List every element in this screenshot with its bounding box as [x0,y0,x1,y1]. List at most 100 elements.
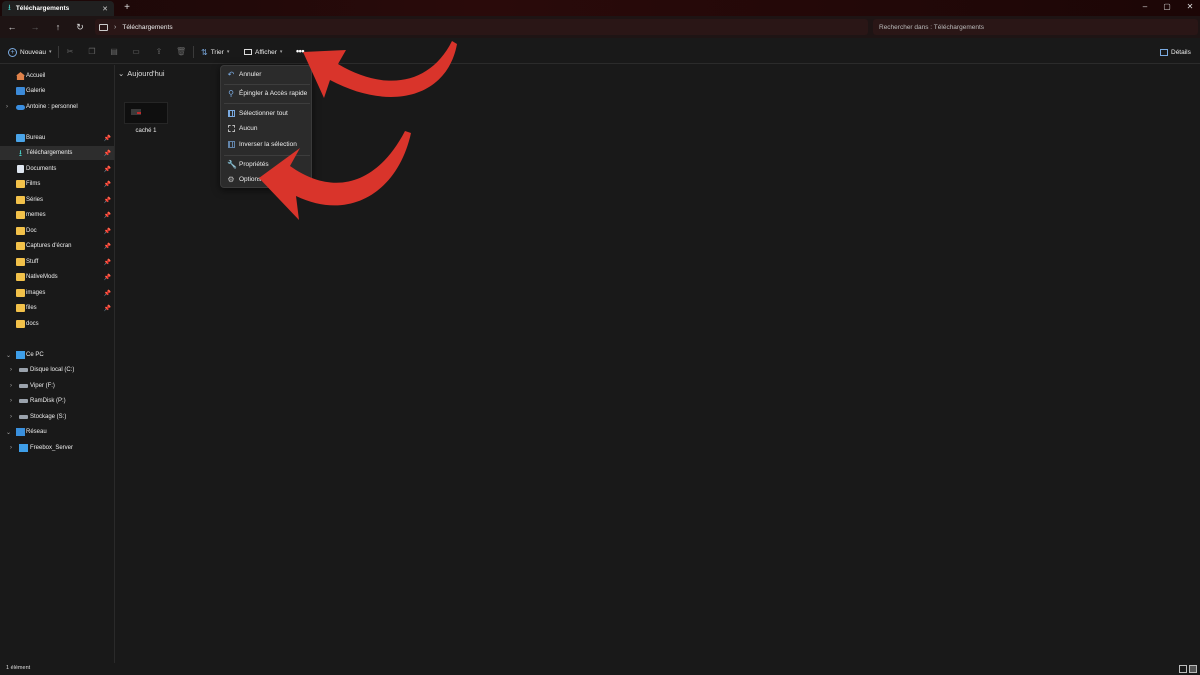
plus-icon: + [8,47,17,57]
sidebar-item-label: Galerie [26,88,46,94]
sidebar-item-onedrive[interactable]: › Antoine : personnel [0,100,114,114]
tab-downloads[interactable]: ⭳ Téléchargements ✕ [2,1,114,16]
toolbar-divider [193,46,194,58]
sidebar-item-freebox[interactable]: › Freebox_Server [0,441,114,455]
more-options-button[interactable]: ••• [293,46,307,56]
sidebar-item-files[interactable]: files 📌 [0,301,114,315]
refresh-button[interactable]: ↻ [74,21,86,33]
new-tab-button[interactable]: + [121,2,133,14]
chevron-right-icon[interactable]: › [10,414,12,420]
command-bar: + Nouveau ▾ ✂ ❐ ▤ ▭ ⇪ 🗑 ⇅ Trier ▾ Affich… [0,40,1200,64]
select-none-icon [228,125,235,132]
sidebar-item-label: Bureau [26,135,46,141]
breadcrumb-downloads[interactable]: Téléchargements [122,24,172,31]
maximize-button[interactable]: ▢ [1161,2,1173,12]
paste-icon[interactable]: ▤ [109,47,119,57]
chevron-right-icon[interactable]: › [10,383,12,389]
file-item[interactable]: caché 1 [124,102,168,134]
back-button[interactable]: ← [6,21,18,33]
chevron-right-icon[interactable]: › [10,367,12,373]
pin-icon: ⚲ [228,88,234,98]
sidebar-item-documents[interactable]: Documents 📌 [0,162,114,176]
sidebar-item-drive-f[interactable]: › Viper (F:) [0,379,114,393]
sidebar-item-nativemods[interactable]: NativeMods 📌 [0,270,114,284]
menu-item-pin-quick-access[interactable]: ⚲ Épingler à Accès rapide [223,87,311,100]
sidebar-item-series[interactable]: Séries 📌 [0,193,114,207]
tab-close-button[interactable]: ✕ [102,5,108,13]
group-header-today[interactable]: ⌄ Aujourd'hui [118,69,165,78]
sidebar-item-desktop[interactable]: Bureau 📌 [0,131,114,145]
sort-icon: ⇅ [201,47,208,57]
menu-item-label: Épingler à Accès rapide [239,90,308,97]
menu-item-undo[interactable]: ↶ Annuler [223,68,311,81]
sidebar-item-label: Accueil [26,73,46,79]
chevron-right-icon[interactable]: › [10,398,12,404]
menu-item-label: Annuler [239,71,262,78]
address-row: ← → ↑ ↻ › Téléchargements [0,16,1200,38]
options-gear-icon: ⚙ [227,174,235,184]
title-bar: ⭳ Téléchargements ✕ + – ▢ ✕ [0,0,1200,16]
pin-icon: 📌 [103,259,111,266]
folder-icon [16,320,25,328]
sidebar-item-docs[interactable]: docs [0,317,114,331]
menu-item-properties[interactable]: 🔧 Propriétés [223,158,311,171]
menu-item-invert-selection[interactable]: Inverser la sélection [223,138,311,151]
copy-icon[interactable]: ❐ [87,47,97,57]
up-button[interactable]: ↑ [52,21,64,33]
sidebar-item-images[interactable]: images 📌 [0,286,114,300]
address-bar[interactable]: › Téléchargements [95,19,868,35]
chevron-right-icon[interactable]: › [10,445,12,451]
close-window-button[interactable]: ✕ [1184,2,1196,12]
pin-icon: 📌 [103,274,111,281]
sidebar-item-label: docs [26,321,39,327]
new-button[interactable]: + Nouveau ▾ [8,45,52,59]
search-box[interactable] [873,19,1198,35]
sidebar-item-network[interactable]: ⌄ Réseau [0,425,114,439]
cut-icon[interactable]: ✂ [65,47,75,57]
drive-icon [19,415,28,419]
folder-icon [16,304,25,312]
sidebar-item-label: Viper (F:) [30,383,55,389]
sidebar-item-doc[interactable]: Doc 📌 [0,224,114,238]
chevron-down-icon[interactable]: ⌄ [6,429,11,436]
sidebar-item-home[interactable]: Accueil [0,69,114,83]
drive-icon [19,399,28,403]
sidebar-item-memes[interactable]: memes 📌 [0,208,114,222]
chevron-down-icon[interactable]: ⌄ [6,352,11,359]
sidebar-item-gallery[interactable]: Galerie [0,84,114,98]
menu-divider [224,84,310,85]
delete-icon[interactable]: 🗑 [176,47,186,57]
sidebar-item-drive-s[interactable]: › Stockage (S:) [0,410,114,424]
sidebar-item-stuff[interactable]: Stuff 📌 [0,255,114,269]
pin-icon: 📌 [103,166,111,173]
menu-item-select-all[interactable]: Sélectionner tout [223,107,311,120]
menu-item-label: Options [239,176,262,183]
sidebar-item-label: Films [26,181,41,187]
sidebar-item-this-pc[interactable]: ⌄ Ce PC [0,348,114,362]
details-button[interactable]: Détails [1160,45,1191,59]
folder-icon [16,227,25,235]
rename-icon[interactable]: ▭ [131,47,141,57]
menu-item-label: Aucun [239,125,258,132]
folder-icon [16,196,25,204]
menu-item-select-none[interactable]: Aucun [223,122,311,135]
onedrive-icon [16,104,25,110]
sidebar-item-drive-p[interactable]: › RamDisk (P:) [0,394,114,408]
sidebar-item-screenshots[interactable]: Captures d'écran 📌 [0,239,114,253]
sort-button[interactable]: ⇅ Trier ▾ [201,45,229,59]
view-label: Afficher [255,48,277,56]
sidebar-item-downloads[interactable]: ⭳ Téléchargements 📌 [0,146,114,160]
search-input[interactable] [879,23,1179,31]
share-icon[interactable]: ⇪ [154,47,164,57]
sidebar-item-films[interactable]: Films 📌 [0,177,114,191]
sidebar-item-drive-c[interactable]: › Disque local (C:) [0,363,114,377]
details-view-icon[interactable] [1179,665,1187,673]
drive-icon [19,384,28,388]
chevron-right-icon[interactable]: › [6,104,8,110]
sidebar-item-label: Réseau [26,429,47,435]
menu-item-options[interactable]: ⚙ Options [223,173,311,186]
tiles-view-icon[interactable] [1189,665,1197,673]
minimize-button[interactable]: – [1139,2,1151,12]
forward-button[interactable]: → [29,21,41,33]
view-button[interactable]: Afficher ▾ [244,45,282,59]
